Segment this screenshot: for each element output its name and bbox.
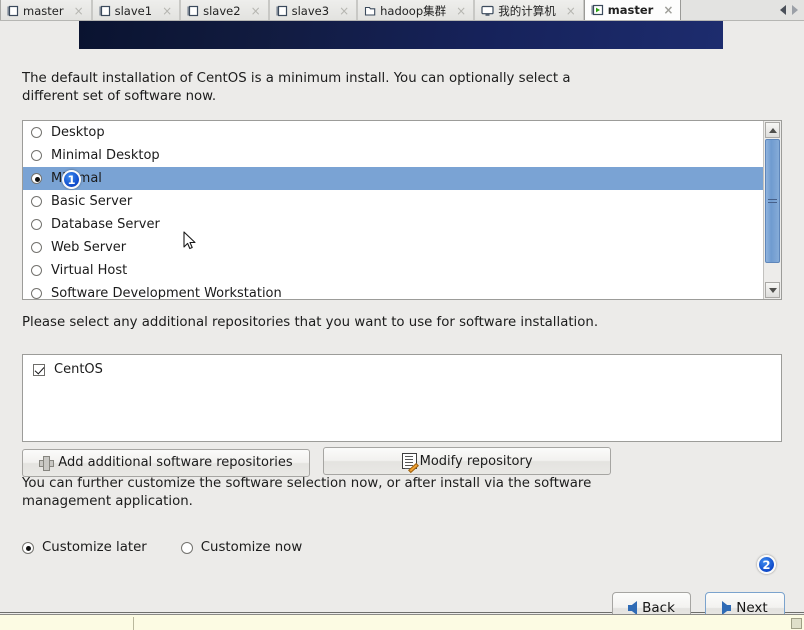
scroll-tabs-right-icon[interactable]: [792, 5, 798, 15]
grip-icon: [768, 197, 777, 205]
list-vertical-scrollbar[interactable]: [763, 121, 781, 299]
add-additional-repositories-button[interactable]: Add additional software repositories: [22, 448, 310, 477]
list-item[interactable]: Minimal Desktop: [23, 144, 763, 167]
list-item[interactable]: Basic Server: [23, 190, 763, 213]
repository-list[interactable]: CentOS: [22, 354, 782, 442]
close-icon[interactable]: ×: [158, 5, 176, 17]
annotation-badge-1: 1: [62, 170, 81, 189]
modify-repo-label: Modify repository: [419, 453, 533, 469]
list-item-label: Software Development Workstation: [51, 286, 282, 299]
radio-icon[interactable]: [31, 219, 42, 230]
strip-dropdown-icon[interactable]: [791, 618, 802, 629]
modify-repository-button[interactable]: Modify repository: [323, 447, 612, 475]
radio-icon[interactable]: [180, 541, 193, 554]
tab-label: slave2: [203, 3, 241, 18]
plus-icon: [39, 456, 55, 471]
tab-slave1[interactable]: slave1 ×: [91, 0, 181, 20]
list-item-label: Basic Server: [51, 194, 133, 209]
software-set-list[interactable]: Desktop Minimal Desktop Minimal Basic Se…: [22, 120, 782, 300]
tab-my-computer[interactable]: 我的计算机 ×: [474, 0, 584, 20]
list-item[interactable]: Virtual Host: [23, 259, 763, 282]
customize-later-radio[interactable]: Customize later: [22, 540, 147, 555]
arrow-right-icon: [722, 601, 732, 615]
customize-options: Customize later Customize now: [22, 540, 302, 555]
list-item[interactable]: Database Server: [23, 213, 763, 236]
chevron-down-icon: [768, 287, 777, 293]
list-item[interactable]: CentOS: [33, 362, 781, 377]
tab-label: slave3: [291, 3, 330, 18]
edit-document-icon: [401, 453, 419, 474]
list-item-label: Database Server: [51, 217, 160, 232]
radio-icon[interactable]: [31, 127, 42, 138]
radio-icon[interactable]: [31, 150, 42, 161]
installer-banner: [79, 21, 723, 49]
scrollbar-thumb[interactable]: [765, 139, 780, 263]
tab-label: 我的计算机: [498, 3, 556, 18]
close-icon[interactable]: ×: [247, 5, 265, 17]
add-repo-label: Add additional software repositories: [58, 455, 293, 470]
customize-now-label: Customize now: [200, 540, 303, 555]
arrow-left-icon: [628, 601, 638, 615]
tab-hadoop-cluster[interactable]: hadoop集群 ×: [357, 0, 475, 20]
annotation-badge-2: 2: [757, 555, 776, 574]
vm-stopped-icon: [187, 5, 199, 17]
close-icon[interactable]: ×: [335, 5, 353, 17]
list-item-label: Minimal Desktop: [51, 148, 160, 163]
vm-stopped-icon: [99, 5, 111, 17]
mouse-cursor-icon: [183, 231, 197, 251]
radio-icon-selected[interactable]: [22, 541, 34, 554]
tab-label: hadoop集群: [380, 3, 447, 18]
close-icon[interactable]: ×: [562, 5, 580, 17]
strip-divider: [133, 617, 134, 630]
centos-installer-screen: The default installation of CentOS is a …: [0, 21, 804, 630]
tab-master-1[interactable]: master ×: [0, 0, 92, 20]
tab-master-active[interactable]: master ×: [583, 0, 682, 20]
list-item[interactable]: Web Server: [23, 236, 763, 259]
repository-buttons: Add additional software repositories Mod…: [22, 447, 612, 477]
chevron-up-icon: [768, 127, 777, 133]
vm-stopped-icon: [276, 5, 288, 17]
list-item-label: Web Server: [51, 240, 127, 255]
radio-icon[interactable]: [31, 288, 42, 299]
bottom-status-strip: [0, 614, 804, 630]
scroll-up-button[interactable]: [765, 122, 780, 138]
close-icon[interactable]: ×: [70, 5, 88, 17]
tab-slave2[interactable]: slave2 ×: [180, 0, 269, 20]
customize-now-radio[interactable]: Customize now: [180, 540, 303, 555]
close-icon[interactable]: ×: [452, 5, 470, 17]
radio-icon[interactable]: [31, 196, 42, 207]
customize-text: You can further customize the software s…: [22, 476, 592, 509]
tab-label: master: [23, 3, 64, 18]
vm-tab-bar: master × slave1 × slave2 × slave3 × hado…: [0, 0, 804, 21]
list-item-label: Virtual Host: [51, 263, 128, 278]
list-item-selected[interactable]: Minimal: [23, 167, 763, 190]
checkbox-icon-checked[interactable]: [33, 363, 45, 376]
tab-label: master: [607, 3, 654, 17]
software-set-list-inner: Desktop Minimal Desktop Minimal Basic Se…: [23, 121, 763, 299]
close-icon[interactable]: ×: [659, 4, 677, 16]
list-item[interactable]: Software Development Workstation: [23, 282, 763, 299]
vm-running-icon: [591, 4, 604, 16]
scroll-tabs-left-icon[interactable]: [780, 5, 786, 15]
my-computer-icon: [481, 5, 494, 17]
repository-label: CentOS: [54, 362, 103, 377]
scroll-down-button[interactable]: [765, 282, 780, 298]
vm-stopped-icon: [7, 5, 19, 17]
radio-icon[interactable]: [31, 242, 42, 253]
tab-scroll-controls: [774, 0, 804, 20]
customize-later-label: Customize later: [42, 540, 147, 555]
list-item[interactable]: Desktop: [23, 121, 763, 144]
scrollbar-track[interactable]: [765, 139, 780, 281]
folder-icon: [364, 5, 376, 17]
list-item-label: Desktop: [51, 125, 105, 140]
tab-slave3[interactable]: slave3 ×: [268, 0, 358, 20]
repositories-text: Please select any additional repositorie…: [22, 315, 599, 330]
tab-label: slave1: [114, 3, 153, 18]
radio-icon[interactable]: [31, 265, 42, 276]
radio-icon-selected[interactable]: [31, 173, 42, 184]
intro-text: The default installation of CentOS is a …: [22, 71, 571, 104]
